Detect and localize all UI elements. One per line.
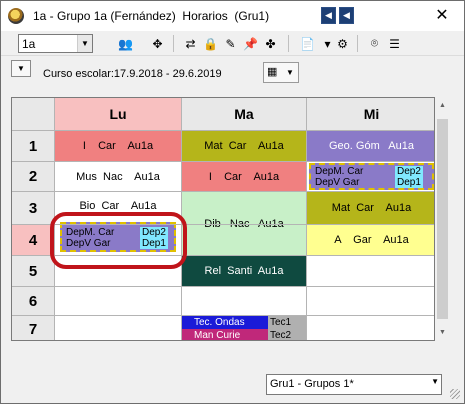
lesson-lu-2[interactable]: Mus Nac Au1a	[55, 162, 181, 191]
info-bar: ▼ Curso escolar:17.9.2018 - 29.6.2019 ▦ …	[1, 57, 464, 87]
class-select[interactable]: 1a ▼	[18, 34, 93, 53]
grid-line	[12, 191, 434, 192]
lock-icon[interactable]: 🔒	[202, 35, 219, 52]
lesson-mi-1[interactable]: Geo. Góm Au1a	[307, 131, 434, 161]
class-select-value: 1a	[22, 37, 36, 51]
molecule-icon[interactable]: ✤	[262, 35, 279, 52]
move-icon[interactable]: ✥	[149, 35, 166, 52]
list-options-icon[interactable]: ☰	[386, 35, 403, 52]
settings-page-icon[interactable]: 📄	[299, 35, 316, 52]
empty-ma-6[interactable]	[182, 287, 306, 315]
title-bar: 1a - Grupo 1a (Fernández) Horarios (Gru1…	[1, 1, 464, 31]
lesson-text: Tec. Ondas	[194, 317, 245, 328]
users-icon[interactable]: 👥	[117, 35, 134, 52]
grid-line	[12, 161, 434, 162]
toolbar-separator	[288, 35, 289, 52]
nav-prev-icon[interactable]: ◀	[321, 7, 336, 24]
lesson-ma-5[interactable]: Rel Santi Au1a	[182, 256, 306, 286]
gear-icon[interactable]: ⚙	[334, 35, 351, 52]
period-label: 3	[12, 192, 54, 224]
corner-cell	[12, 98, 54, 130]
lesson-ma-7[interactable]: Tec. Ondas Man Curie Tec1 Tec2	[182, 316, 306, 341]
lesson-mi-4[interactable]: A Gar Au1a	[307, 225, 434, 255]
lesson-text: DepV Gar	[315, 177, 360, 188]
chevron-down-icon[interactable]: ▼	[77, 35, 92, 52]
footer-bar: Gru1 - Grupos 1* ▼	[1, 367, 464, 403]
binoculars-icon[interactable]: ⌾	[366, 35, 383, 52]
scroll-up-icon[interactable]: ▲	[435, 97, 450, 114]
group-select[interactable]: Gru1 - Grupos 1* ▼	[266, 374, 442, 395]
day-header-ma[interactable]: Ma	[182, 98, 306, 130]
lesson-room: Dep2	[395, 166, 423, 177]
vertical-scrollbar[interactable]: ▲ ▼	[435, 97, 450, 341]
lesson-text: Man Curie	[194, 330, 241, 341]
lesson-room: Tec2	[270, 330, 292, 341]
grid-line	[12, 130, 434, 131]
edit-icon[interactable]: ✎	[222, 35, 239, 52]
close-button[interactable]: ✕	[420, 1, 464, 30]
grid-line	[12, 315, 434, 316]
pin-icon[interactable]: 📌	[242, 35, 259, 52]
calendar-icon: ▦	[267, 66, 278, 78]
grid-line	[12, 286, 434, 287]
lesson-lu-1[interactable]: I Car Au1a	[55, 131, 181, 161]
chevron-down-icon[interactable]: ▼	[431, 377, 439, 386]
window-title: 1a - Grupo 1a (Fernández) Horarios (Gru1…	[33, 9, 270, 23]
expand-down-icon[interactable]: ▼	[11, 60, 31, 77]
period-label: 5	[12, 256, 54, 286]
lesson-ma-1[interactable]: Mat Car Au1a	[182, 131, 306, 161]
timetable-window: 1a - Grupo 1a (Fernández) Horarios (Gru1…	[0, 0, 465, 404]
swap-icon[interactable]: ⇄	[182, 35, 199, 52]
toolbar: 1a ▼ 👥 ✥ ⇄ 🔒 ✎ 📌 ✤ 📄 ▾ ⚙ ⌾ ☰	[1, 31, 464, 56]
toolbar-separator	[357, 35, 358, 52]
course-label: Curso escolar:17.9.2018 - 29.6.2019	[43, 68, 222, 80]
lesson-room: Tec1	[270, 317, 292, 328]
period-label: 2	[12, 162, 54, 191]
day-header-lu[interactable]: Lu	[55, 98, 181, 130]
lesson-mi-3[interactable]: Mat Car Au1a	[307, 192, 434, 224]
period-label: 7	[12, 316, 54, 340]
scrollbar-thumb[interactable]	[437, 119, 448, 319]
resize-grip-icon[interactable]	[450, 389, 460, 399]
day-header-mi[interactable]: Mi	[307, 98, 434, 130]
lesson-text: DepM. Car	[315, 166, 364, 177]
group-select-value: Gru1 - Grupos 1*	[270, 378, 354, 390]
toolbar-separator	[173, 35, 174, 52]
period-label: 4	[12, 225, 54, 255]
nav-prev-window-icon[interactable]: ◀	[339, 7, 354, 24]
grid-line	[306, 98, 307, 340]
chevron-down-icon: ▼	[286, 68, 294, 77]
app-clock-icon	[8, 8, 24, 24]
period-label: 6	[12, 287, 54, 315]
lesson-ma-2[interactable]: I Car Au1a	[182, 162, 306, 191]
lesson-mi-2[interactable]: DepM. Car DepV Gar Dep2 Dep1	[309, 163, 434, 190]
calendar-button[interactable]: ▦ ▼	[263, 62, 299, 83]
annotation-highlight	[50, 212, 187, 269]
period-label: 1	[12, 131, 54, 161]
scroll-down-icon[interactable]: ▼	[435, 324, 450, 341]
lesson-room: Dep1	[395, 177, 423, 188]
